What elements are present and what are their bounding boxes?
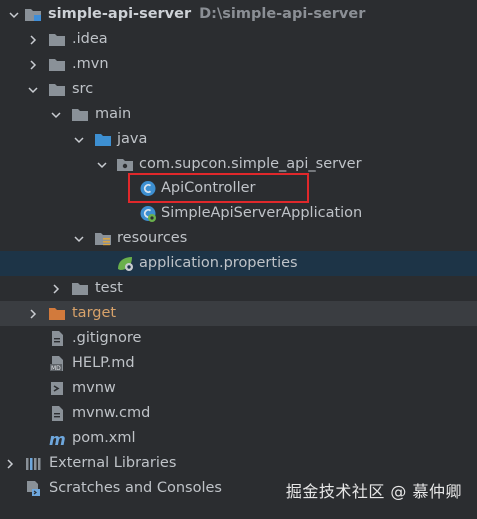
folder-icon [48, 31, 66, 48]
source-folder-icon [94, 131, 112, 148]
project-tree: simple-api-server D:\simple-api-server .i… [0, 0, 477, 496]
folder-icon [48, 81, 66, 98]
tree-row-mvnw[interactable]: mvnw [0, 376, 477, 401]
chevron-right-icon[interactable] [25, 301, 41, 326]
tree-row-pom[interactable]: m pom.xml [0, 426, 477, 451]
chevron-down-icon[interactable] [94, 152, 110, 177]
libraries-icon [24, 455, 42, 472]
resources-folder-icon [94, 230, 112, 247]
chevron-down-icon[interactable] [48, 102, 64, 127]
mvnw-cmd-label: mvnw.cmd [72, 405, 151, 421]
excluded-folder-icon [48, 305, 66, 322]
chevron-right-icon[interactable] [25, 52, 41, 77]
folder-target-label: target [72, 305, 117, 321]
tree-row-application-properties[interactable]: application.properties [0, 251, 477, 276]
tree-row-idea[interactable]: .idea [0, 27, 477, 52]
chevron-right-icon[interactable] [2, 451, 18, 476]
application-properties-label: application.properties [139, 255, 298, 271]
tree-row-external-libraries[interactable]: External Libraries [0, 451, 477, 476]
help-md-label: HELP.md [72, 355, 135, 371]
spring-boot-class-icon [139, 205, 157, 222]
pom-label: pom.xml [72, 430, 136, 446]
gitignore-label: .gitignore [72, 330, 142, 346]
watermark: 掘金技术社区 @ 慕仲卿 [285, 482, 462, 501]
tree-row-java[interactable]: java [0, 127, 477, 152]
external-libraries-label: External Libraries [49, 455, 177, 471]
text-file-icon [48, 330, 66, 347]
folder-java-label: java [117, 131, 148, 147]
tree-row-gitignore[interactable]: .gitignore [0, 326, 477, 351]
tree-row-mvnw-cmd[interactable]: mvnw.cmd [0, 401, 477, 426]
chevron-right-icon[interactable] [48, 276, 64, 301]
chevron-right-icon[interactable] [25, 27, 41, 52]
folder-src-label: src [72, 81, 94, 97]
tree-row-root[interactable]: simple-api-server D:\simple-api-server [0, 2, 477, 27]
scratches-icon [24, 480, 42, 497]
root-label: simple-api-server D:\simple-api-server [48, 2, 365, 27]
folder-resources-label: resources [117, 230, 188, 246]
application-class-label: SimpleApiServerApplication [161, 205, 363, 221]
markdown-file-icon: MD [48, 355, 66, 372]
folder-idea-label: .idea [72, 31, 108, 47]
maven-icon: m [48, 430, 66, 447]
chevron-down-icon[interactable] [71, 127, 87, 152]
folder-mvn-label: .mvn [72, 56, 109, 72]
folder-main-label: main [95, 106, 132, 122]
chevron-down-icon[interactable] [71, 226, 87, 251]
tree-row-src[interactable]: src [0, 77, 477, 102]
text-file-icon [48, 405, 66, 422]
svg-text:m: m [49, 430, 66, 447]
root-name: simple-api-server [48, 6, 192, 22]
module-folder-icon [24, 6, 42, 23]
tree-row-mvn[interactable]: .mvn [0, 52, 477, 77]
tree-row-application-class[interactable]: SimpleApiServerApplication [0, 201, 477, 226]
folder-icon [71, 106, 89, 123]
scratches-label: Scratches and Consoles [49, 480, 222, 496]
svg-text:MD: MD [51, 365, 61, 372]
tree-row-main[interactable]: main [0, 102, 477, 127]
tree-row-test[interactable]: test [0, 276, 477, 301]
tree-row-resources[interactable]: resources [0, 226, 477, 251]
folder-icon [48, 56, 66, 73]
shell-file-icon [48, 380, 66, 397]
tree-row-target[interactable]: target [0, 301, 477, 326]
mvnw-label: mvnw [72, 380, 116, 396]
chevron-down-icon[interactable] [25, 77, 41, 102]
package-icon [116, 156, 134, 173]
root-path: D:\simple-api-server [199, 6, 366, 22]
folder-icon [71, 280, 89, 297]
chevron-down-icon[interactable] [6, 2, 22, 27]
highlight-box [128, 173, 309, 203]
spring-properties-icon [116, 255, 134, 272]
folder-test-label: test [95, 280, 123, 296]
tree-row-help-md[interactable]: MD HELP.md [0, 351, 477, 376]
